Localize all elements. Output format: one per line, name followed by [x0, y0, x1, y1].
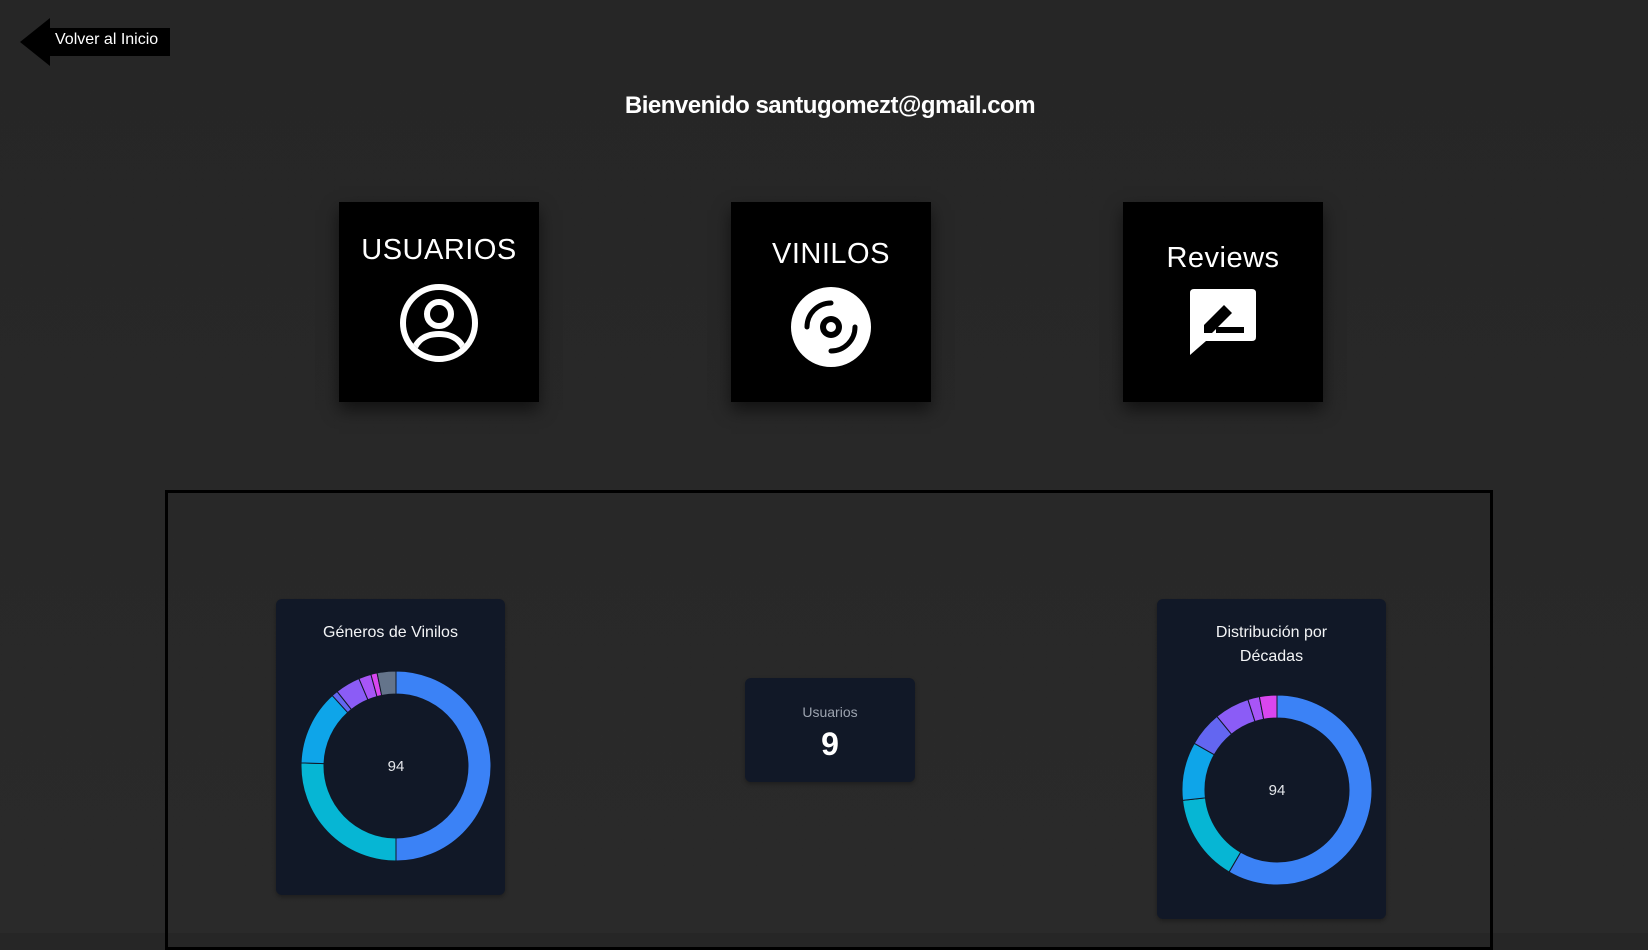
donut-slice-2	[301, 694, 349, 765]
decades-chart-card: Distribución por Décadas 94	[1157, 599, 1386, 919]
welcome-heading: Bienvenido santugomezt@gmail.com	[624, 92, 1036, 119]
user-circle-icon	[398, 282, 480, 369]
decades-donut-chart: 94	[1182, 695, 1372, 885]
donut-center-label: 94	[388, 758, 405, 775]
genres-chart-card: Géneros de Vinilos 94	[276, 599, 505, 895]
donut-center-label: 94	[1269, 782, 1286, 799]
users-stat-value: 9	[821, 726, 839, 762]
vinyl-disc-icon	[790, 286, 872, 373]
donut-slice-0	[395, 671, 491, 861]
back-to-home-label: Volver al Inicio	[55, 31, 159, 48]
genres-donut-chart: 94	[301, 671, 491, 861]
users-tile[interactable]: USUARIOS	[339, 202, 539, 402]
decades-chart-title: Distribución por Décadas	[1215, 624, 1328, 665]
back-to-home-button[interactable]: Volver al Inicio	[20, 18, 170, 66]
review-edit-icon	[1188, 287, 1258, 362]
donut-slice-1	[1182, 797, 1242, 873]
users-tile-label: USUARIOS	[361, 234, 517, 266]
users-stat-label: Usuarios	[802, 704, 858, 720]
users-stat-card: Usuarios 9	[745, 678, 915, 782]
vinyls-tile-label: VINILOS	[772, 238, 890, 270]
genres-chart-title: Géneros de Vinilos	[323, 624, 458, 641]
reviews-tile[interactable]: Reviews	[1123, 202, 1323, 402]
donut-slice-1	[301, 762, 397, 861]
vinyls-tile[interactable]: VINILOS	[731, 202, 931, 402]
reviews-tile-label: Reviews	[1166, 242, 1280, 274]
